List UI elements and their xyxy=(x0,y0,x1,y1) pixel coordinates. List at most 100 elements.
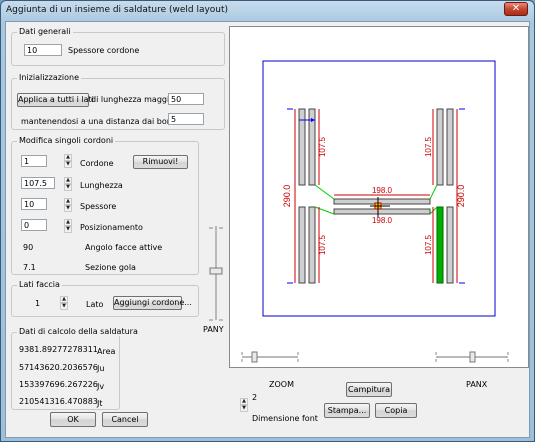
ju-value: 57143620.2036576 xyxy=(19,363,98,372)
cancel-button[interactable]: Cancel xyxy=(102,412,148,427)
pany-slider[interactable] xyxy=(206,222,223,324)
posizionamento-input[interactable]: 0 xyxy=(21,219,47,231)
campitura-button[interactable]: Campitura xyxy=(346,382,392,397)
panx-slider[interactable] xyxy=(432,351,512,363)
weld-right-bottom xyxy=(446,206,454,284)
angolo-value: 90 xyxy=(23,243,34,252)
cordone-input[interactable]: 1 xyxy=(21,155,47,167)
weld-center-bottom xyxy=(333,208,431,215)
group-title-modifica: Modifica singoli cordoni xyxy=(17,136,116,145)
leader-left-top xyxy=(314,184,335,200)
lunghezza-label: Lunghezza xyxy=(80,181,123,190)
spessore-cordone-input[interactable]: 10 xyxy=(24,44,62,56)
pany-label: PANY xyxy=(203,325,224,334)
spessore-spinner[interactable]: ▲ ▼ xyxy=(64,198,72,212)
zoom-label: ZOOM xyxy=(269,380,294,389)
weld-right-top-inner xyxy=(436,108,444,186)
dim-right-total-text: 290.0 xyxy=(456,185,466,208)
posizionamento-label: Posizionamento xyxy=(80,223,143,232)
jv-label: Jv xyxy=(97,382,105,391)
group-dati-calcolo: Dati di calcolo della saldatura 9381.892… xyxy=(11,327,140,410)
copia-button[interactable]: Copia xyxy=(375,403,417,418)
weld-right-top xyxy=(446,108,454,186)
weld-left-bottom-inner xyxy=(308,206,316,284)
lato-spinner[interactable]: ▲ ▼ xyxy=(60,296,68,310)
apply-all-sides-button[interactable]: Applica a tutti i lati xyxy=(17,93,94,107)
stampa-button[interactable]: Stampa... xyxy=(324,403,370,418)
dialog-window: Aggiunta di un insieme di saldature (wel… xyxy=(0,0,535,442)
add-cordone-button[interactable]: Aggiungi cordone... xyxy=(113,296,192,310)
lato-value: 1 xyxy=(35,299,41,308)
weld-layout-drawing: 107.5 290.0 107.5 198.0 198.0 107.5 290.… xyxy=(262,60,496,317)
spin-down-icon[interactable]: ▼ xyxy=(64,161,72,168)
jt-label: Jt xyxy=(97,399,103,408)
spin-down-icon[interactable]: ▼ xyxy=(240,405,248,412)
spin-up-icon[interactable]: ▲ xyxy=(64,198,72,205)
spin-up-icon[interactable]: ▲ xyxy=(240,398,248,405)
leader-right-top xyxy=(429,184,438,200)
group-title-dati-generali: Dati generali xyxy=(17,27,73,36)
spin-up-icon[interactable]: ▲ xyxy=(64,219,72,226)
lunghezza-input[interactable]: 107.5 xyxy=(21,177,55,189)
group-dati-generali: Dati generali 10 Spessore cordone xyxy=(11,27,225,66)
close-button[interactable]: ✕ xyxy=(504,2,528,16)
group-title-dati-calcolo: Dati di calcolo della saldatura xyxy=(17,327,140,336)
weld-left-bottom xyxy=(298,206,306,284)
cordone-label: Cordone xyxy=(80,159,114,168)
dialog-client: Dati generali 10 Spessore cordone Inizia… xyxy=(5,21,530,438)
distanza-bordi-input[interactable]: 5 xyxy=(168,113,204,125)
font-size-value: 2 xyxy=(252,393,258,402)
lunghezza-maggiore-input[interactable]: 50 xyxy=(168,93,204,105)
jv-value: 153397696.267226 xyxy=(19,380,98,389)
zoom-slider[interactable] xyxy=(238,351,302,363)
lunghezza-spinner[interactable]: ▲ ▼ xyxy=(64,177,72,191)
dim-left-bottom-text: 107.5 xyxy=(318,234,327,255)
area-value: 9381.89277278311 xyxy=(19,345,98,354)
group-inizializzazione: Inizializzazione Applica a tutti i lati … xyxy=(11,73,225,130)
spin-down-icon[interactable]: ▼ xyxy=(60,303,68,310)
panx-label: PANX xyxy=(466,380,488,389)
lato-label: Lato xyxy=(86,300,104,309)
cordone-spinner[interactable]: ▲ ▼ xyxy=(64,154,72,168)
dim-center-top-text: 198.0 xyxy=(372,186,393,195)
group-title-lati-faccia: Lati faccia xyxy=(17,280,62,289)
angolo-label: Angolo facce attive xyxy=(85,243,163,252)
pany-slider-graphic xyxy=(209,226,223,321)
dim-left-top-text: 107.5 xyxy=(318,136,327,157)
group-lati-faccia: Lati faccia 1 ▲ ▼ Lato Aggiungi cordone..… xyxy=(11,280,199,317)
dim-right-bottom-text: 107.5 xyxy=(424,234,433,255)
distanza-bordi-label: mantenendosi a una distanza dai bordi di xyxy=(21,117,188,126)
sezione-label: Sezione gola xyxy=(85,263,136,272)
dimensione-font-label: Dimensione font xyxy=(252,414,318,423)
close-icon: ✕ xyxy=(511,3,521,14)
spessore-input[interactable]: 10 xyxy=(21,198,47,210)
group-title-inizializzazione: Inizializzazione xyxy=(17,73,82,82)
spin-up-icon[interactable]: ▲ xyxy=(64,154,72,161)
posizionamento-spinner[interactable]: ▲ ▼ xyxy=(64,219,72,233)
remove-button[interactable]: Rimuovi! xyxy=(133,155,188,169)
area-label: Area xyxy=(97,347,116,356)
spessore-label: Spessore xyxy=(80,202,117,211)
ok-button[interactable]: OK xyxy=(50,412,96,427)
group-modifica-cordoni: Modifica singoli cordoni 1 ▲ ▼ Cordone Ri… xyxy=(11,136,199,275)
dim-right-top-text: 107.5 xyxy=(424,136,433,157)
jt-value: 210541316.470883 xyxy=(19,397,98,406)
spin-up-icon[interactable]: ▲ xyxy=(64,177,72,184)
sezione-value: 7.1 xyxy=(23,263,36,272)
ju-label: Ju xyxy=(97,364,105,373)
dim-center-bottom-text: 198.0 xyxy=(372,216,393,225)
spin-down-icon[interactable]: ▼ xyxy=(64,226,72,233)
leader-left-bottom xyxy=(314,206,335,215)
spin-down-icon[interactable]: ▼ xyxy=(64,205,72,212)
spin-down-icon[interactable]: ▼ xyxy=(64,184,72,191)
dim-left-total-text: 290.0 xyxy=(282,185,292,208)
font-size-spinner[interactable]: ▲ ▼ xyxy=(240,398,248,412)
window-title: Aggiunta di un insieme di saldature (wel… xyxy=(6,5,229,15)
spin-up-icon[interactable]: ▲ xyxy=(60,296,68,303)
weld-drawing-canvas[interactable]: 107.5 290.0 107.5 198.0 198.0 107.5 290.… xyxy=(229,26,529,368)
panx-slider-graphic xyxy=(435,351,509,363)
title-bar[interactable]: Aggiunta di un insieme di saldature (wel… xyxy=(1,1,534,21)
spessore-cordone-label: Spessore cordone xyxy=(68,46,140,55)
weld-right-bottom-highlight xyxy=(436,206,444,284)
weld-center-top xyxy=(333,198,431,205)
